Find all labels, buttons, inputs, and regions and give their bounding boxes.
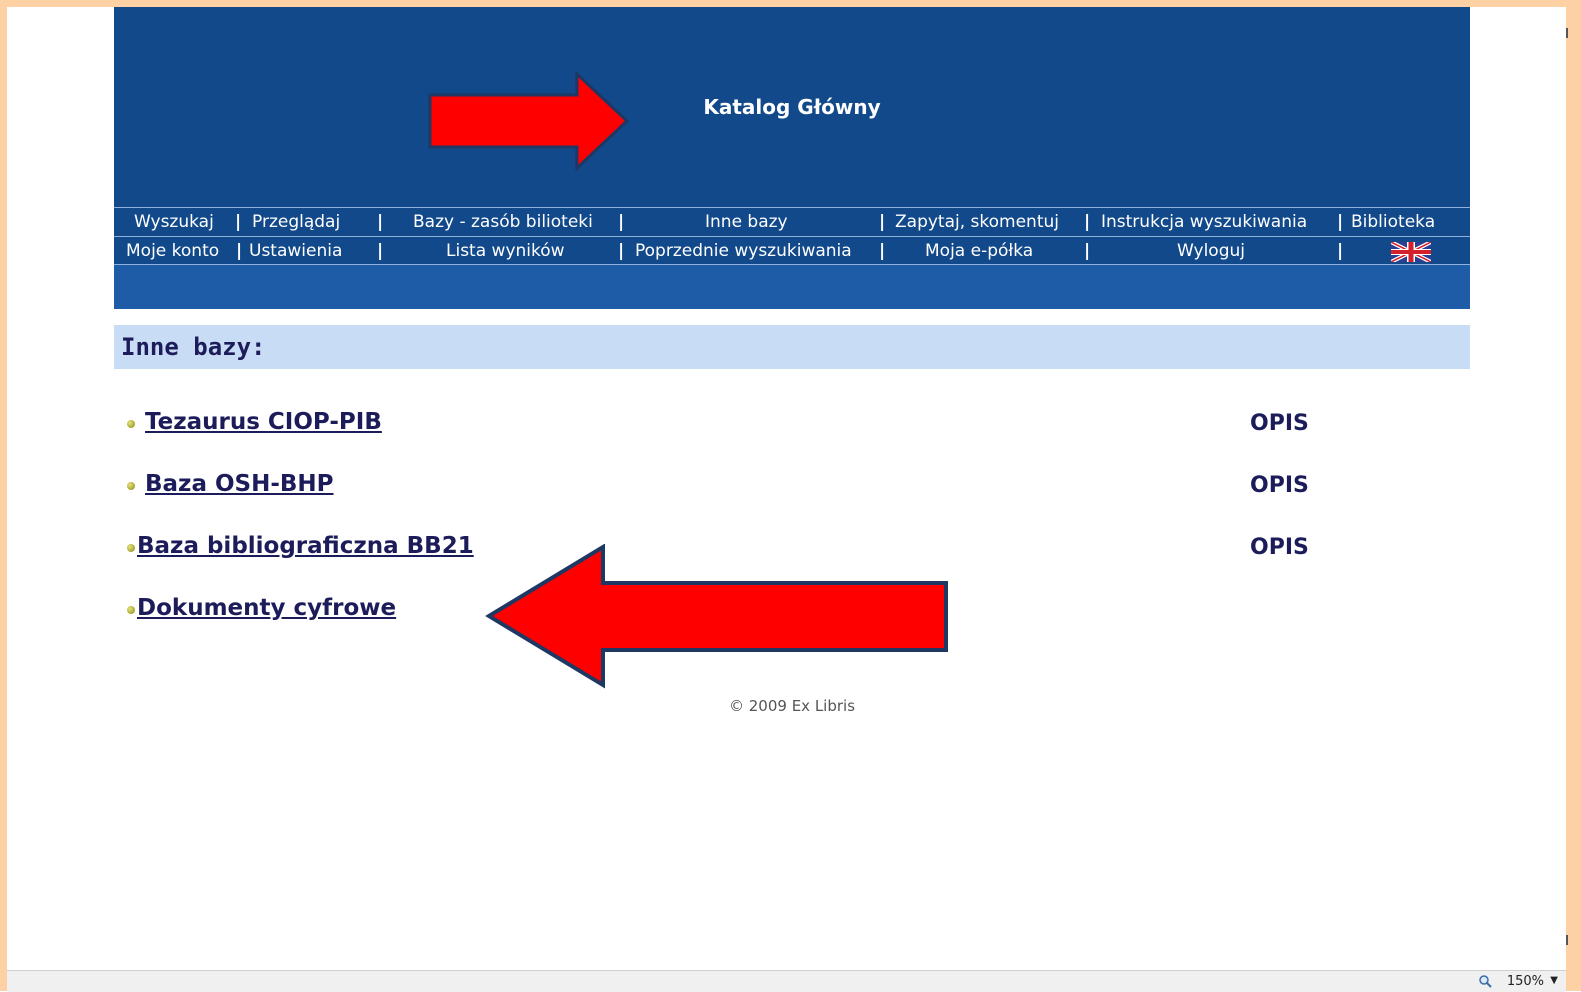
zoom-level[interactable]: 150%	[1507, 974, 1544, 989]
menu-library[interactable]: Biblioteka	[1351, 212, 1435, 232]
status-bar: 150% ▼	[7, 970, 1566, 992]
right-arrow-annotation	[428, 71, 630, 171]
section-title: Inne bazy:	[121, 333, 266, 361]
menu-previous-searches[interactable]: Poprzednie wyszukiwania	[635, 241, 852, 261]
scroll-mark	[1566, 935, 1568, 945]
menu-separator: |	[618, 241, 625, 261]
scroll-mark	[1566, 28, 1568, 38]
menu-browse[interactable]: Przeglądaj	[252, 212, 340, 232]
catalog-title: Katalog Główny	[703, 95, 881, 119]
window-frame-right	[1566, 0, 1581, 991]
menu-separator: |	[618, 212, 625, 232]
menu-separator: |	[377, 241, 384, 261]
menu-bottom-strip	[114, 265, 1470, 309]
menu-search-instructions[interactable]: Instrukcja wyszukiwania	[1101, 212, 1307, 232]
menu-my-account[interactable]: Moje konto	[126, 241, 219, 261]
database-link[interactable]: Dokumenty cyfrowe	[137, 595, 396, 621]
menu-separator: |	[377, 212, 384, 232]
bullet-icon	[127, 544, 135, 552]
menu-separator: |	[1337, 241, 1344, 261]
menu-library-databases[interactable]: Bazy - zasób bilioteki	[413, 212, 593, 232]
database-link[interactable]: Baza OSH-BHP	[145, 471, 334, 497]
bullet-icon	[127, 482, 135, 490]
window-frame-top	[0, 0, 1581, 7]
description-link[interactable]: OPIS	[1250, 473, 1309, 498]
footer-copyright: © 2009 Ex Libris	[728, 697, 856, 715]
menu-search[interactable]: Wyszukaj	[134, 212, 214, 232]
menu-separator: |	[1337, 212, 1344, 232]
menu-separator: |	[879, 241, 886, 261]
database-link[interactable]: Tezaurus CIOP-PIB	[145, 409, 382, 435]
menu-separator: |	[1084, 241, 1091, 261]
menu-results-list[interactable]: Lista wyników	[446, 241, 565, 261]
account-menu-row: Moje konto | Ustawienia | Lista wyników …	[114, 236, 1470, 265]
menu-my-eshelf[interactable]: Moja e-półka	[925, 241, 1033, 261]
menu-logout[interactable]: Wyloguj	[1177, 241, 1245, 261]
uk-flag-icon[interactable]	[1391, 242, 1431, 262]
menu-separator: |	[236, 241, 243, 261]
menu-other-databases[interactable]: Inne bazy	[705, 212, 788, 232]
window-frame-left	[0, 0, 7, 991]
menu-separator: |	[879, 212, 886, 232]
section-header: Inne bazy:	[114, 325, 1470, 369]
chevron-down-icon[interactable]: ▼	[1550, 975, 1558, 986]
menu-settings[interactable]: Ustawienia	[249, 241, 342, 261]
menu-separator: |	[235, 212, 242, 232]
database-link[interactable]: Baza bibliograficzna BB21	[137, 533, 474, 559]
bullet-icon	[127, 606, 135, 614]
menu-ask-comment[interactable]: Zapytaj, skomentuj	[895, 212, 1059, 232]
catalog-banner: Katalog Główny	[114, 7, 1470, 207]
left-arrow-annotation	[485, 544, 948, 689]
main-menu-row: Wyszukaj | Przeglądaj | Bazy - zasób bil…	[114, 207, 1470, 236]
bullet-icon	[127, 420, 135, 428]
description-link[interactable]: OPIS	[1250, 411, 1309, 436]
menu-separator: |	[1084, 212, 1091, 232]
zoom-icon	[1479, 975, 1492, 988]
description-link[interactable]: OPIS	[1250, 535, 1309, 560]
